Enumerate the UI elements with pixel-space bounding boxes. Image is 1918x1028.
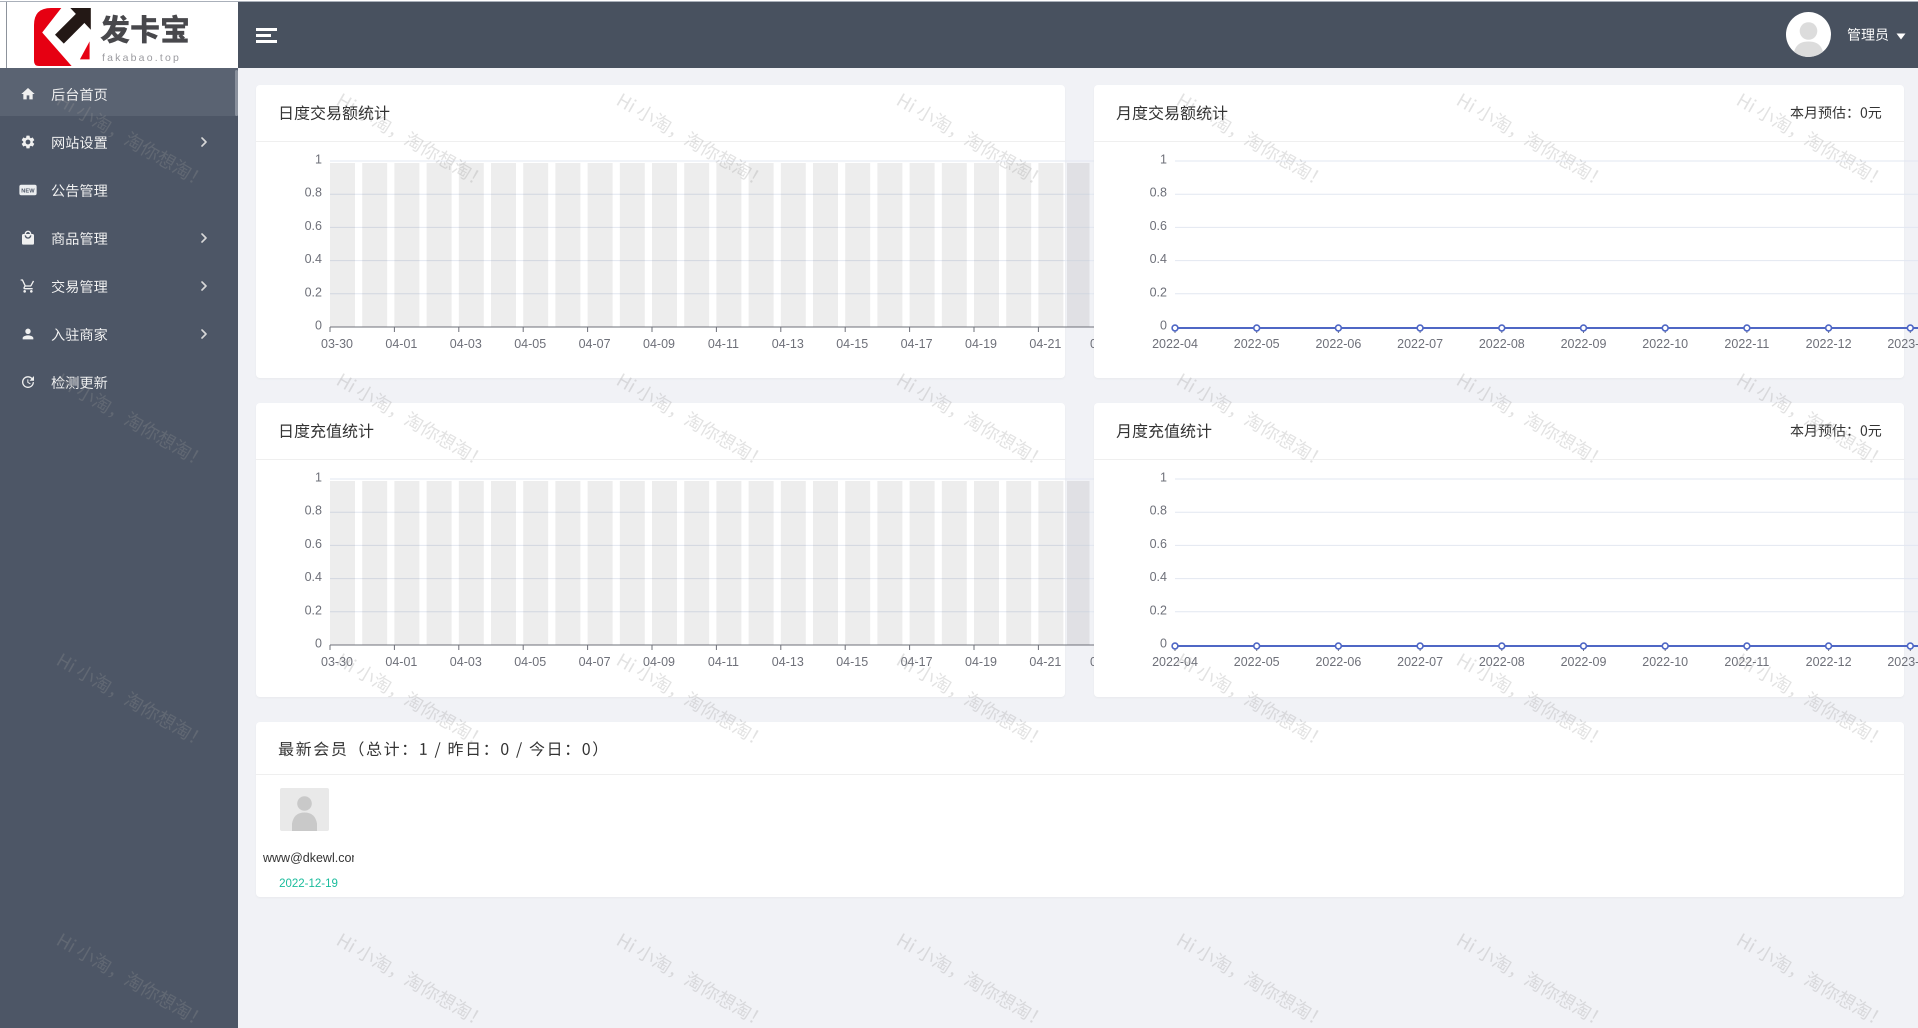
svg-text:2022-08: 2022-08	[1479, 655, 1525, 669]
svg-text:04-11: 04-11	[708, 655, 739, 669]
svg-text:0.4: 0.4	[305, 570, 322, 584]
svg-text:1: 1	[1160, 471, 1167, 485]
svg-text:0.8: 0.8	[305, 186, 322, 200]
svg-text:2023-01: 2023-01	[1887, 655, 1918, 669]
svg-text:0.6: 0.6	[305, 219, 322, 233]
svg-text:04-03: 04-03	[450, 655, 482, 669]
svg-text:0: 0	[315, 319, 322, 333]
svg-text:0.4: 0.4	[1150, 252, 1167, 266]
svg-text:04-09: 04-09	[643, 337, 675, 351]
svg-text:2022-05: 2022-05	[1234, 655, 1280, 669]
svg-text:2022-04: 2022-04	[1152, 655, 1198, 669]
svg-text:04-17: 04-17	[901, 337, 933, 351]
svg-text:2022-10: 2022-10	[1642, 655, 1688, 669]
svg-text:04-11: 04-11	[708, 337, 739, 351]
svg-text:0: 0	[315, 637, 322, 651]
svg-text:04-13: 04-13	[772, 337, 804, 351]
svg-text:04-07: 04-07	[579, 337, 611, 351]
svg-text:0.8: 0.8	[305, 504, 322, 518]
svg-text:2023-01: 2023-01	[1887, 337, 1918, 351]
svg-text:2022-10: 2022-10	[1642, 337, 1688, 351]
svg-text:0.2: 0.2	[1150, 285, 1167, 299]
svg-text:0.6: 0.6	[1150, 219, 1167, 233]
svg-text:2022-04: 2022-04	[1152, 337, 1198, 351]
svg-text:0.2: 0.2	[1150, 603, 1167, 617]
svg-text:0.4: 0.4	[305, 252, 322, 266]
svg-text:04-15: 04-15	[836, 655, 868, 669]
svg-text:2022-07: 2022-07	[1397, 337, 1443, 351]
svg-text:2022-05: 2022-05	[1234, 337, 1280, 351]
svg-text:04-05: 04-05	[514, 337, 546, 351]
svg-text:04-21: 04-21	[1029, 655, 1061, 669]
svg-text:2022-11: 2022-11	[1724, 655, 1769, 669]
svg-text:1: 1	[315, 471, 322, 485]
svg-text:2022-09: 2022-09	[1561, 655, 1607, 669]
svg-text:2022-12: 2022-12	[1806, 655, 1852, 669]
svg-text:0.8: 0.8	[1150, 186, 1167, 200]
svg-text:04-05: 04-05	[514, 655, 546, 669]
svg-text:1: 1	[1160, 153, 1167, 167]
svg-text:0: 0	[1160, 637, 1167, 651]
svg-text:03-30: 03-30	[321, 337, 353, 351]
svg-text:04-15: 04-15	[836, 337, 868, 351]
svg-text:2022-08: 2022-08	[1479, 337, 1525, 351]
svg-text:0.2: 0.2	[305, 603, 322, 617]
svg-text:2022-07: 2022-07	[1397, 655, 1443, 669]
svg-text:2022-09: 2022-09	[1561, 337, 1607, 351]
svg-text:2022-12: 2022-12	[1806, 337, 1852, 351]
svg-text:0.2: 0.2	[305, 285, 322, 299]
svg-text:0.8: 0.8	[1150, 504, 1167, 518]
svg-text:0.4: 0.4	[1150, 570, 1167, 584]
svg-text:NEW: NEW	[21, 188, 35, 194]
svg-text:04-01: 04-01	[385, 655, 417, 669]
svg-text:04-01: 04-01	[385, 337, 417, 351]
svg-text:04-13: 04-13	[772, 655, 804, 669]
svg-text:04-07: 04-07	[579, 655, 611, 669]
svg-text:2022-11: 2022-11	[1724, 337, 1769, 351]
svg-text:04-21: 04-21	[1029, 337, 1061, 351]
svg-text:04-19: 04-19	[965, 337, 997, 351]
svg-text:0: 0	[1160, 319, 1167, 333]
svg-text:04-19: 04-19	[965, 655, 997, 669]
svg-text:2022-06: 2022-06	[1315, 337, 1361, 351]
svg-text:0.6: 0.6	[1150, 537, 1167, 551]
svg-text:04-03: 04-03	[450, 337, 482, 351]
svg-text:0.6: 0.6	[305, 537, 322, 551]
svg-text:03-30: 03-30	[321, 655, 353, 669]
svg-text:2022-06: 2022-06	[1315, 655, 1361, 669]
svg-text:04-17: 04-17	[901, 655, 933, 669]
svg-text:04-09: 04-09	[643, 655, 675, 669]
svg-text:1: 1	[315, 153, 322, 167]
